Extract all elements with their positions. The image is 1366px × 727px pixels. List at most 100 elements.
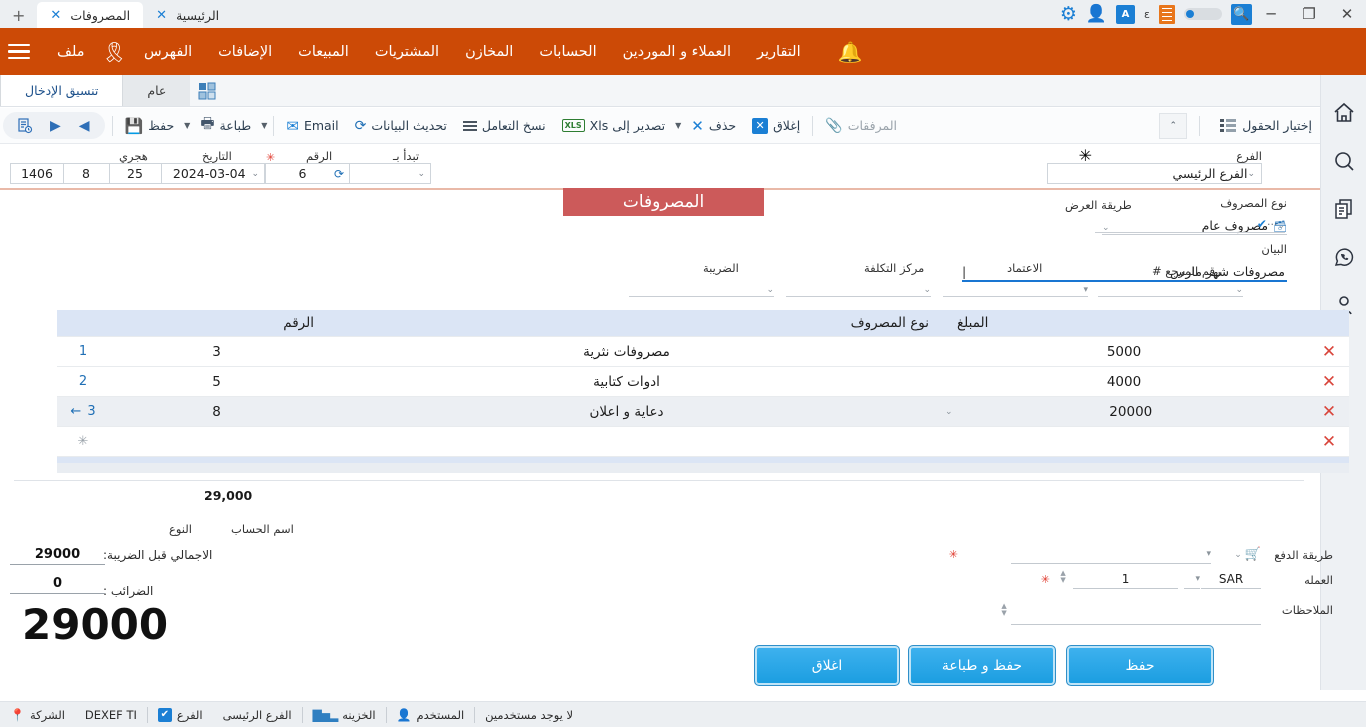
orange-doc-icon[interactable]	[1159, 5, 1175, 24]
search-icon[interactable]	[1327, 137, 1361, 185]
copy-transaction-button[interactable]: نسخ التعامل	[455, 113, 554, 138]
branch-select[interactable]: ⌄ الفرع الرئيسي	[1047, 163, 1262, 184]
reference-number-input[interactable]: ⌄	[1098, 278, 1243, 297]
chevron-down-icon[interactable]: ⌄	[1234, 550, 1242, 560]
table-row-new[interactable]: ✳ ✕	[57, 427, 1349, 457]
hijri-day-input[interactable]: 25	[108, 163, 162, 184]
close-icon[interactable]: ✕	[50, 8, 61, 23]
restore-window-button[interactable]: ❐	[1290, 1, 1328, 27]
grid-horizontal-scrollbar[interactable]	[57, 463, 1349, 473]
status-treasury[interactable]: ▂▅▇ الخزينه	[303, 702, 386, 727]
number-input[interactable]: ⟳ 6	[265, 163, 350, 184]
email-button[interactable]: ✉ Email	[278, 113, 346, 138]
close-form-button[interactable]: ✕ إغلاق	[744, 113, 808, 138]
row-expense-type-cell[interactable]: ادوات كتابية	[324, 367, 939, 397]
row-delete-button[interactable]: ✕	[1309, 427, 1349, 457]
table-row[interactable]: 3 ← 8 دعاية و اعلان 20000 ⌄ ✕	[57, 397, 1349, 427]
chevron-down-icon[interactable]: ▾	[1206, 549, 1211, 559]
toggle-switch-icon[interactable]	[1184, 8, 1222, 20]
status-company[interactable]: 📍 الشركة	[0, 702, 75, 727]
tab-input-format[interactable]: تنسيق الإدخال	[0, 75, 122, 106]
close-action-button[interactable]: اغلاق	[754, 645, 900, 686]
grid-header-number[interactable]: الرقم	[109, 310, 324, 337]
export-dropdown-caret-icon[interactable]: ▼	[673, 121, 683, 130]
row-number-cell[interactable]: 5	[109, 367, 324, 397]
attachments-button[interactable]: 📎 المرفقات	[817, 113, 905, 138]
print-dropdown-caret-icon[interactable]: ▼	[259, 121, 269, 130]
menu-item-purchases[interactable]: المشتريات	[362, 44, 452, 60]
save-button[interactable]: 💾 حفظ	[117, 113, 183, 138]
table-row[interactable]: 1 3 مصروفات نثرية 5000 ✕	[57, 337, 1349, 367]
menu-item-customers-suppliers[interactable]: العملاء و الموردين	[610, 44, 744, 60]
new-tab-button[interactable]: +	[0, 6, 37, 28]
currency-code-value[interactable]: SAR	[1201, 570, 1261, 589]
home-icon[interactable]	[1327, 89, 1361, 137]
notes-input[interactable]	[1011, 606, 1261, 625]
cost-center-select[interactable]: ⌄	[786, 278, 931, 297]
row-number-cell[interactable]: 8	[109, 397, 324, 427]
ellipsis-icon[interactable]: ···	[1267, 218, 1278, 231]
layout-grid-icon[interactable]	[190, 75, 224, 106]
whatsapp-icon[interactable]	[1327, 233, 1361, 281]
menu-item-accounts[interactable]: الحسابات	[526, 44, 609, 60]
chevron-down-icon[interactable]: ⌄	[923, 285, 931, 295]
payment-method-select[interactable]: ▾	[1011, 545, 1211, 564]
row-number-cell[interactable]	[109, 427, 324, 457]
save-action-button[interactable]: حفظ	[1066, 645, 1214, 686]
date-input[interactable]: ⌄ 2024-03-04	[161, 163, 265, 184]
menu-item-addons[interactable]: الإضافات	[205, 44, 285, 60]
status-branch[interactable]: ✔ الفرع	[148, 702, 213, 727]
notifications-bell-icon[interactable]: 🔔	[830, 40, 863, 64]
minimize-window-button[interactable]: ─	[1252, 1, 1290, 27]
status-user[interactable]: 👤 المستخدم	[387, 702, 475, 727]
translate-icon[interactable]: A	[1116, 5, 1135, 24]
menu-item-file[interactable]: ملف	[44, 44, 98, 60]
row-amount-cell[interactable]: 20000 ⌄	[939, 397, 1309, 427]
collapse-toolbar-button[interactable]: ⌃	[1159, 113, 1187, 139]
grid-header-expense-type[interactable]: نوع المصروف	[324, 310, 939, 337]
row-amount-cell[interactable]	[939, 427, 1309, 457]
user-icon[interactable]: 👤	[1086, 4, 1107, 24]
tab-home[interactable]: الرئيسية ✕	[143, 2, 232, 28]
chevron-down-icon[interactable]: ▾	[1083, 285, 1088, 295]
chevron-down-icon[interactable]: ⌄	[945, 407, 953, 417]
gear-help-icon[interactable]: ⚙	[1060, 3, 1077, 25]
notes-scroll-stepper[interactable]: ▲▼	[997, 596, 1011, 624]
currency-rate-stepper[interactable]: ▲▼	[1055, 570, 1071, 589]
row-delete-button[interactable]: ✕	[1309, 397, 1349, 427]
chevron-down-icon[interactable]: ⌄	[1235, 285, 1243, 295]
approval-select[interactable]: ▾	[943, 278, 1088, 297]
save-dropdown-caret-icon[interactable]: ▼	[182, 121, 192, 130]
row-delete-button[interactable]: ✕	[1309, 337, 1349, 367]
close-window-button[interactable]: ✕	[1328, 1, 1366, 27]
refresh-number-icon[interactable]: ⟳	[334, 167, 344, 181]
row-expense-type-cell[interactable]: دعاية و اعلان	[324, 397, 939, 427]
row-amount-cell[interactable]: 5000	[939, 337, 1309, 367]
refresh-data-button[interactable]: ⟳ تحديث البيانات	[347, 113, 455, 138]
save-print-action-button[interactable]: حفظ و طباعة	[908, 645, 1056, 686]
row-expense-type-cell[interactable]	[324, 427, 939, 457]
row-expense-type-cell[interactable]: مصروفات نثرية	[324, 337, 939, 367]
chevron-down-icon[interactable]: ⌄	[766, 285, 774, 295]
report-preview-button[interactable]	[9, 113, 41, 138]
tab-expenses[interactable]: المصروفات ✕	[37, 2, 143, 28]
hijri-month-input[interactable]: 8	[62, 163, 110, 184]
menu-item-index[interactable]: الفهرس	[131, 44, 205, 60]
select-fields-button[interactable]: إختيار الحقول	[1212, 113, 1320, 138]
starts-with-select[interactable]: ⌄	[347, 163, 431, 184]
grid-header-amount[interactable]: المبلغ	[939, 310, 1309, 337]
print-button[interactable]: 🖶 طباعة	[192, 113, 259, 138]
row-delete-button[interactable]: ✕	[1309, 367, 1349, 397]
menu-item-reports[interactable]: التقارير	[744, 44, 814, 60]
hamburger-menu-icon[interactable]	[8, 40, 30, 64]
table-row[interactable]: 2 5 ادوات كتابية 4000 ✕	[57, 367, 1349, 397]
search-icon[interactable]: 🔍	[1231, 4, 1252, 25]
check-icon[interactable]: ✔	[1257, 217, 1267, 231]
next-record-button[interactable]: ▶	[41, 118, 70, 134]
chevron-down-icon[interactable]: ⌄	[1277, 221, 1285, 231]
currency-dropdown-caret-icon[interactable]: ▾	[1184, 570, 1200, 589]
tax-select[interactable]: ⌄	[629, 278, 774, 297]
row-amount-cell[interactable]: 4000	[939, 367, 1309, 397]
row-number-cell[interactable]: 3	[109, 337, 324, 367]
delete-button[interactable]: ✕ حذف	[683, 113, 744, 138]
